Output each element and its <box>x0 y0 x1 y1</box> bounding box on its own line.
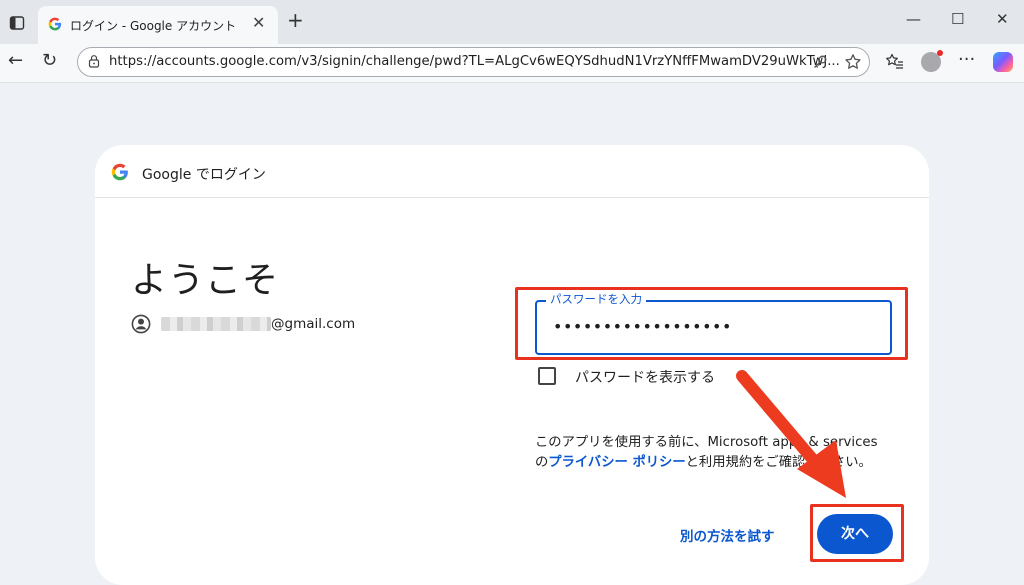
url-text: https://accounts.google.com/v3/signin/ch… <box>109 54 840 69</box>
browser-tab[interactable]: ログイン - Google アカウント ✕ <box>38 6 278 44</box>
close-window-button[interactable]: ✕ <box>996 12 1009 27</box>
show-password-checkbox[interactable] <box>538 367 556 385</box>
header-divider <box>95 197 929 198</box>
key-icon[interactable] <box>812 54 828 70</box>
minimize-button[interactable]: — <box>906 12 921 27</box>
star-icon[interactable] <box>844 53 862 71</box>
favorites-icon[interactable] <box>885 52 905 72</box>
signin-card: Google でログイン ようこそ @gmail.com パスワードを入力 ••… <box>95 145 929 585</box>
legal-suffix: と利用規約をご確認ください。 <box>685 455 872 470</box>
copilot-icon[interactable] <box>993 52 1013 72</box>
address-bar[interactable]: https://accounts.google.com/v3/signin/ch… <box>77 47 870 77</box>
notification-dot <box>937 50 943 56</box>
account-email[interactable]: @gmail.com <box>271 316 355 332</box>
new-tab-button[interactable]: + <box>287 10 304 30</box>
tab-title: ログイン - Google アカウント <box>70 19 237 33</box>
site-info-icon[interactable] <box>87 54 101 68</box>
sidebar-toggle-icon[interactable] <box>9 15 25 31</box>
more-menu-button[interactable]: ··· <box>958 49 975 71</box>
privacy-policy-link[interactable]: プライバシー ポリシー <box>548 455 685 470</box>
reload-button[interactable]: ↻ <box>42 50 57 72</box>
google-g-icon <box>111 163 128 181</box>
card-header-title: Google でログイン <box>142 167 266 183</box>
next-button-highlight-box <box>810 504 904 562</box>
page-title: ようこそ <box>131 260 280 301</box>
google-g-icon <box>48 17 62 31</box>
back-button[interactable]: ← <box>8 50 23 72</box>
account-circle-icon <box>131 314 151 334</box>
account-name-redacted <box>161 317 271 331</box>
tab-close-button[interactable]: ✕ <box>252 13 265 32</box>
password-highlight-box <box>515 287 908 360</box>
try-another-way-link[interactable]: 別の方法を試す <box>680 525 775 545</box>
show-password-label[interactable]: パスワードを表示する <box>575 367 715 387</box>
maximize-button[interactable]: ☐ <box>951 12 964 27</box>
legal-notice: このアプリを使用する前に、Microsoft apps & services の… <box>535 433 895 473</box>
